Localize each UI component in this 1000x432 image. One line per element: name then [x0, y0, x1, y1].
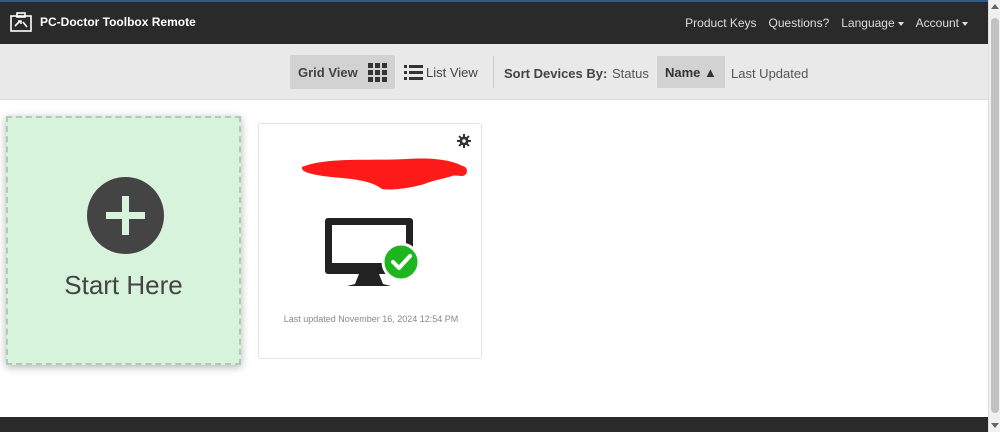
start-here-card[interactable]: Start Here [6, 116, 241, 365]
nav-language-dropdown[interactable]: Language [841, 16, 904, 30]
view-toolbar: Grid View List View Sort Devices By: Sta… [0, 44, 988, 100]
vertical-scrollbar[interactable] [988, 0, 1000, 432]
sort-by-label: Sort Devices By: [504, 66, 608, 81]
check-circle-icon [381, 242, 421, 282]
nav-account-label: Account [915, 16, 959, 30]
brand[interactable]: PC-Doctor Toolbox Remote [10, 12, 196, 32]
nav-account-dropdown[interactable]: Account [916, 16, 968, 30]
grid-view-button[interactable]: Grid View [290, 55, 395, 89]
sort-status-button[interactable]: Status [612, 66, 649, 81]
sort-last-updated-button[interactable]: Last Updated [731, 66, 808, 81]
gear-icon[interactable] [457, 134, 471, 148]
grid-view-label: Grid View [298, 64, 358, 80]
nav-questions[interactable]: Questions? [769, 16, 830, 30]
list-view-button[interactable]: List View [404, 55, 478, 89]
nav-language-label: Language [841, 16, 895, 30]
top-nav: Product Keys Questions? Language Account [685, 16, 968, 30]
chevron-down-icon [897, 21, 904, 26]
toolbar-divider [493, 56, 494, 88]
desktop-computer-icon [325, 218, 421, 286]
top-navbar: PC-Doctor Toolbox Remote Product Keys Qu… [0, 0, 988, 44]
nav-product-keys[interactable]: Product Keys [685, 16, 756, 30]
list-view-label: List View [426, 64, 478, 80]
toolbox-icon [10, 12, 32, 32]
device-card[interactable]: Last updated November 16, 2024 12:54 PM [258, 123, 482, 359]
sort-name-button[interactable]: Name ▲ [657, 56, 725, 88]
list-icon [404, 64, 423, 80]
plus-circle-icon [87, 177, 164, 254]
grid-icon [367, 62, 387, 82]
chevron-down-icon [962, 21, 968, 26]
brand-title: PC-Doctor Toolbox Remote [40, 15, 196, 29]
scroll-up-icon[interactable] [991, 4, 999, 9]
footer-bar [0, 417, 988, 432]
redacted-device-name [301, 158, 467, 190]
start-here-label: Start Here [64, 270, 183, 300]
scroll-down-icon[interactable] [991, 423, 999, 428]
scroll-thumb[interactable] [991, 18, 999, 413]
last-updated-text: Last updated November 16, 2024 12:54 PM [283, 314, 459, 324]
